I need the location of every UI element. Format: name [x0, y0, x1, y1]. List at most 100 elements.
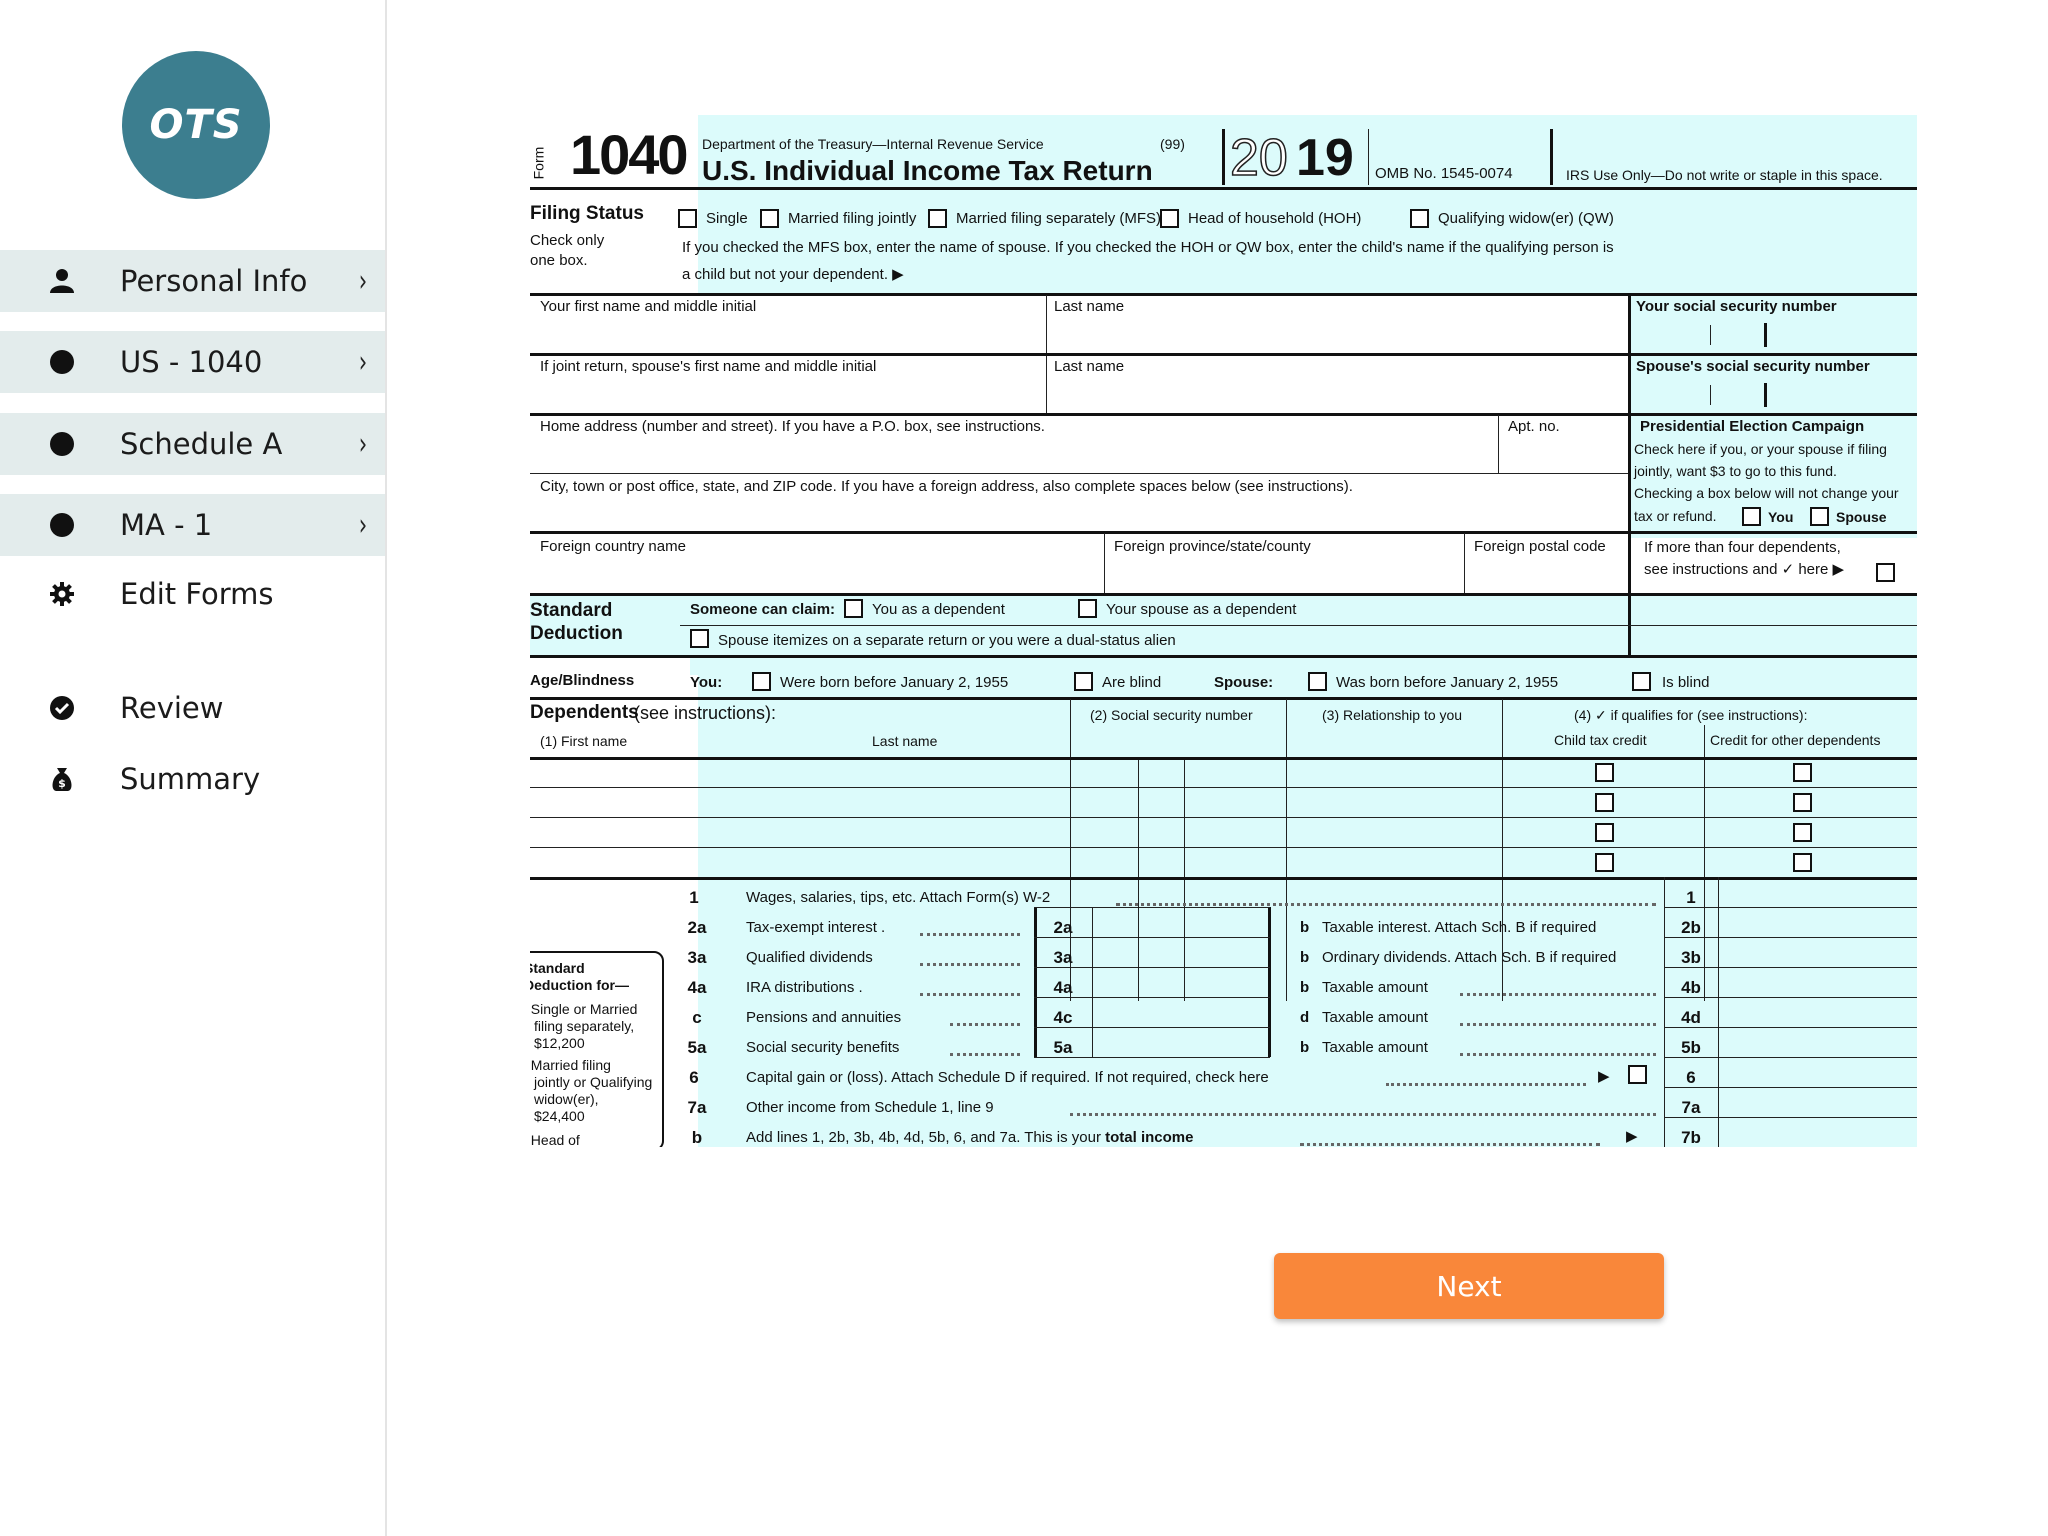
line-6-input[interactable]	[1720, 1059, 1916, 1086]
checkbox-spouse-itemizes[interactable]	[690, 629, 709, 648]
line-7a-input[interactable]	[1720, 1089, 1916, 1116]
line-text: Ordinary dividends. Attach Sch. B if req…	[1322, 949, 1617, 966]
option-label: Married filing separately (MFS)	[956, 210, 1162, 227]
svg-text:$: $	[58, 777, 66, 790]
dependents-col-ssn: (2) Social security number	[1090, 707, 1253, 723]
chevron-right-icon: ›	[358, 426, 368, 462]
ots-logo: OTS	[122, 51, 270, 199]
line-number: 7a	[687, 1098, 707, 1117]
checkbox-child-credit-4[interactable]	[1595, 853, 1614, 872]
someone-can-claim-label: Someone can claim:	[690, 601, 836, 618]
line-text: Taxable amount	[1322, 979, 1428, 996]
checkbox-spouse-blind[interactable]	[1632, 672, 1651, 691]
postal-code-label: Foreign postal code	[1474, 538, 1606, 555]
line-box-label: 3a	[1053, 948, 1073, 967]
sidebox-text: filing separately,	[534, 1018, 635, 1034]
pec-title: Presidential Election Campaign	[1640, 418, 1865, 435]
chevron-right-icon: ›	[358, 344, 368, 380]
filing-status-sub: Check only	[530, 232, 605, 249]
checkbox-other-credit-2[interactable]	[1793, 793, 1812, 812]
line-number: b	[1300, 919, 1310, 936]
line-2a-input[interactable]	[1095, 909, 1267, 936]
checkbox-you-as-dependent[interactable]	[844, 599, 863, 618]
form-title: U.S. Individual Income Tax Return	[702, 155, 1153, 186]
sidebar-item-personal-info[interactable]: Personal Info ›	[0, 250, 385, 312]
checkbox-child-credit-2[interactable]	[1595, 793, 1614, 812]
sidebar-item-summary[interactable]: $ Summary	[0, 748, 385, 810]
checkbox-child-credit-3[interactable]	[1595, 823, 1614, 842]
line-number: d	[1300, 1009, 1310, 1026]
sidebox-text: • Single or Married	[530, 1001, 638, 1017]
sidebar-item-review[interactable]: Review	[0, 677, 385, 739]
line-box-label: 7b	[1681, 1128, 1701, 1147]
line-text: Taxable amount	[1322, 1009, 1428, 1026]
line-number: 4a	[687, 978, 707, 997]
sidebar-item-schedule-a[interactable]: Schedule A ›	[0, 413, 385, 475]
sidebar-item-label: US - 1040	[120, 345, 263, 379]
line-number: b	[691, 1128, 703, 1147]
checkbox-pec-spouse[interactable]	[1810, 507, 1829, 526]
pec-you-label: You	[1768, 509, 1794, 525]
line-5a-input[interactable]	[1095, 1029, 1267, 1056]
checkbox-married-jointly[interactable]	[760, 209, 779, 228]
line-number: b	[1300, 979, 1310, 996]
line-4d-input[interactable]	[1720, 999, 1916, 1026]
pec-spouse-label: Spouse	[1836, 509, 1887, 525]
line-4b-input[interactable]	[1720, 969, 1916, 996]
line-number: b	[1300, 1039, 1310, 1056]
logo-text: OTS	[149, 102, 243, 148]
checkbox-single[interactable]	[678, 209, 697, 228]
checkbox-spouse-born-before[interactable]	[1308, 672, 1327, 691]
pec-text: tax or refund.	[1634, 508, 1717, 524]
dependents-heading: Dependents	[530, 702, 639, 723]
sidebar-item-edit-forms[interactable]: Edit Forms	[0, 563, 385, 625]
ssn-label: Your social security number	[1636, 298, 1837, 315]
checkbox-capital-gain[interactable]	[1628, 1065, 1647, 1084]
checkbox-you-born-before[interactable]	[752, 672, 771, 691]
country-label: Foreign country name	[540, 538, 686, 555]
line-box-label: 2b	[1681, 918, 1701, 937]
dependents-col-first-name: (1) First name	[540, 733, 628, 749]
dependents-col-qualifies: (4) ✓ if qualifies for (see instructions…	[1574, 707, 1808, 723]
checkbox-you-blind[interactable]	[1074, 672, 1093, 691]
province-label: Foreign province/state/county	[1114, 538, 1311, 555]
spouse-first-name-label: If joint return, spouse's first name and…	[540, 358, 877, 375]
dependents-col-relationship: (3) Relationship to you	[1322, 707, 1463, 723]
checkbox-more-dependents[interactable]	[1876, 563, 1895, 582]
line-7b-input[interactable]	[1720, 1119, 1916, 1146]
checkbox-married-separately[interactable]	[928, 209, 947, 228]
pec-text: Check here if you, or your spouse if fil…	[1634, 441, 1887, 457]
line-text: Wages, salaries, tips, etc. Attach Form(…	[746, 889, 1051, 906]
line-4a-input[interactable]	[1095, 969, 1267, 996]
checkbox-head-of-household[interactable]	[1160, 209, 1179, 228]
checkbox-child-credit-1[interactable]	[1595, 763, 1614, 782]
sidebar-item-us-1040[interactable]: US - 1040 ›	[0, 331, 385, 393]
line-4c-input[interactable]	[1095, 999, 1267, 1026]
option-label: Head of household (HOH)	[1188, 210, 1362, 227]
line-text: Taxable amount	[1322, 1039, 1428, 1056]
checkbox-qualifying-widow[interactable]	[1410, 209, 1429, 228]
line-text: Social security benefits	[746, 1039, 900, 1056]
money-bag-icon: $	[48, 765, 76, 793]
spouse-ssn-label: Spouse's social security number	[1636, 358, 1870, 375]
arrow-icon: ▶	[1598, 1068, 1610, 1085]
line-text: Pensions and annuities	[746, 1009, 902, 1026]
checkbox-spouse-as-dependent[interactable]	[1078, 599, 1097, 618]
sidebar-item-ma-1[interactable]: MA - 1 ›	[0, 494, 385, 556]
line-3a-input[interactable]	[1095, 939, 1267, 966]
checkbox-other-credit-4[interactable]	[1793, 853, 1812, 872]
line-1-input[interactable]	[1720, 879, 1916, 906]
more-dependents-note: If more than four dependents,	[1644, 539, 1841, 556]
sidebox-text: widow(er),	[534, 1091, 599, 1107]
line-2b-input[interactable]	[1720, 909, 1916, 936]
checkbox-other-credit-3[interactable]	[1793, 823, 1812, 842]
line-number: 6	[689, 1068, 699, 1087]
form-dept: Department of the Treasury—Internal Reve…	[702, 136, 1044, 152]
checkbox-other-credit-1[interactable]	[1793, 763, 1812, 782]
line-3b-input[interactable]	[1720, 939, 1916, 966]
next-button[interactable]: Next	[1274, 1253, 1664, 1319]
checkbox-pec-you[interactable]	[1742, 507, 1761, 526]
line-box-label: 2a	[1053, 918, 1073, 937]
line-5b-input[interactable]	[1720, 1029, 1916, 1056]
omb-number: OMB No. 1545-0074	[1375, 165, 1513, 182]
